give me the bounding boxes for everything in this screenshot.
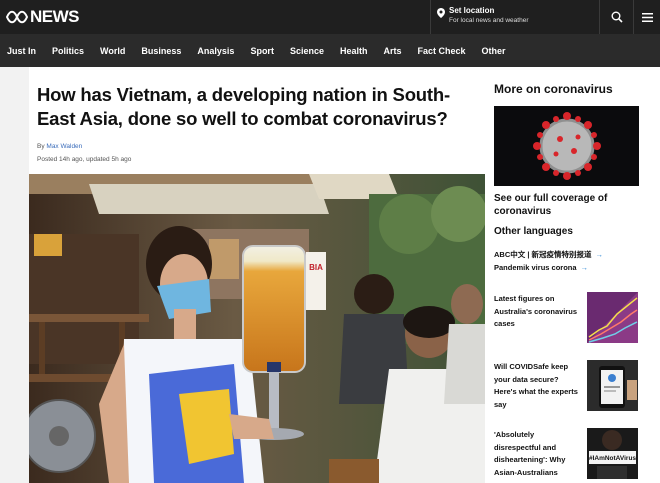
hero-photo: BIA xyxy=(29,174,485,483)
sidebar-title: More on coronavirus xyxy=(494,82,613,96)
hashtag-thumbnail: #IAmNotAVirus xyxy=(587,428,638,479)
hero-image[interactable]: BIA xyxy=(29,174,485,483)
search-icon xyxy=(611,11,623,23)
nav-item-fact-check[interactable]: Fact Check xyxy=(410,46,474,56)
nav-item-sport[interactable]: Sport xyxy=(242,46,282,56)
logo-text: NEWS xyxy=(30,7,80,26)
sidebar: More on coronavirus See our full coverag… xyxy=(485,67,660,483)
arrow-right-icon: → xyxy=(595,250,604,259)
location-title: Set location xyxy=(449,6,495,15)
main-nav: Just In Politics World Business Analysis… xyxy=(0,34,660,67)
story-thumb-hashtag[interactable]: #IAmNotAVirus xyxy=(587,428,638,479)
top-header: NEWS Set location For local news and wea… xyxy=(0,0,660,34)
location-subtitle: For local news and weather xyxy=(449,17,529,24)
other-languages-title: Other languages xyxy=(494,226,573,237)
byline: By Max Walden xyxy=(37,143,82,150)
set-location-button[interactable]: Set location For local news and weather xyxy=(430,0,529,34)
chart-thumbnail xyxy=(587,292,638,343)
nav-item-other[interactable]: Other xyxy=(474,46,514,56)
search-button[interactable] xyxy=(599,0,633,34)
story-thumb-chart[interactable] xyxy=(587,292,638,343)
nav-item-politics[interactable]: Politics xyxy=(44,46,92,56)
hero-sign-text: BIA xyxy=(309,263,323,272)
byline-prefix: By xyxy=(37,143,45,150)
language-label: ABC中文 | 新冠疫情特别报道 xyxy=(494,250,592,259)
full-coverage-link[interactable]: See our full coverage of coronavirus xyxy=(494,192,634,218)
location-pin-icon xyxy=(437,8,445,18)
nav-item-world[interactable]: World xyxy=(92,46,133,56)
arrow-right-icon: → xyxy=(580,263,589,272)
phone-thumbnail xyxy=(587,360,638,411)
hashtag-text: #IAmNotAVirus xyxy=(589,455,636,462)
nav-item-just-in[interactable]: Just In xyxy=(0,46,44,56)
nav-item-business[interactable]: Business xyxy=(133,46,189,56)
story-link-covidsafe[interactable]: Will COVIDSafe keep your data secure? He… xyxy=(494,361,580,411)
virus-illustration xyxy=(494,106,639,186)
nav-item-arts[interactable]: Arts xyxy=(375,46,409,56)
nav-item-health[interactable]: Health xyxy=(332,46,376,56)
abc-logo-icon xyxy=(6,10,28,24)
coronavirus-image[interactable] xyxy=(494,106,639,186)
article: How has Vietnam, a developing nation in … xyxy=(29,67,485,483)
language-label: Pandemik virus corona xyxy=(494,263,577,272)
article-headline: How has Vietnam, a developing nation in … xyxy=(37,84,450,129)
posted-timestamp: Posted 14h ago, updated 5h ago xyxy=(37,156,132,163)
language-link-indonesian[interactable]: Pandemik virus corona → xyxy=(494,263,588,272)
story-thumb-phone[interactable] xyxy=(587,360,638,411)
story-link-latest-figures[interactable]: Latest figures on Australia's coronaviru… xyxy=(494,293,580,331)
nav-item-science[interactable]: Science xyxy=(282,46,332,56)
author-link[interactable]: Max Walden xyxy=(46,143,82,150)
story-link-asian-australians[interactable]: 'Absolutely disrespectful and dishearten… xyxy=(494,429,580,479)
hamburger-menu-icon xyxy=(641,12,653,22)
abc-news-logo[interactable]: NEWS xyxy=(6,7,80,27)
menu-button[interactable] xyxy=(633,0,660,34)
language-link-chinese[interactable]: ABC中文 | 新冠疫情特别报道 → xyxy=(494,249,603,260)
nav-item-analysis[interactable]: Analysis xyxy=(189,46,242,56)
